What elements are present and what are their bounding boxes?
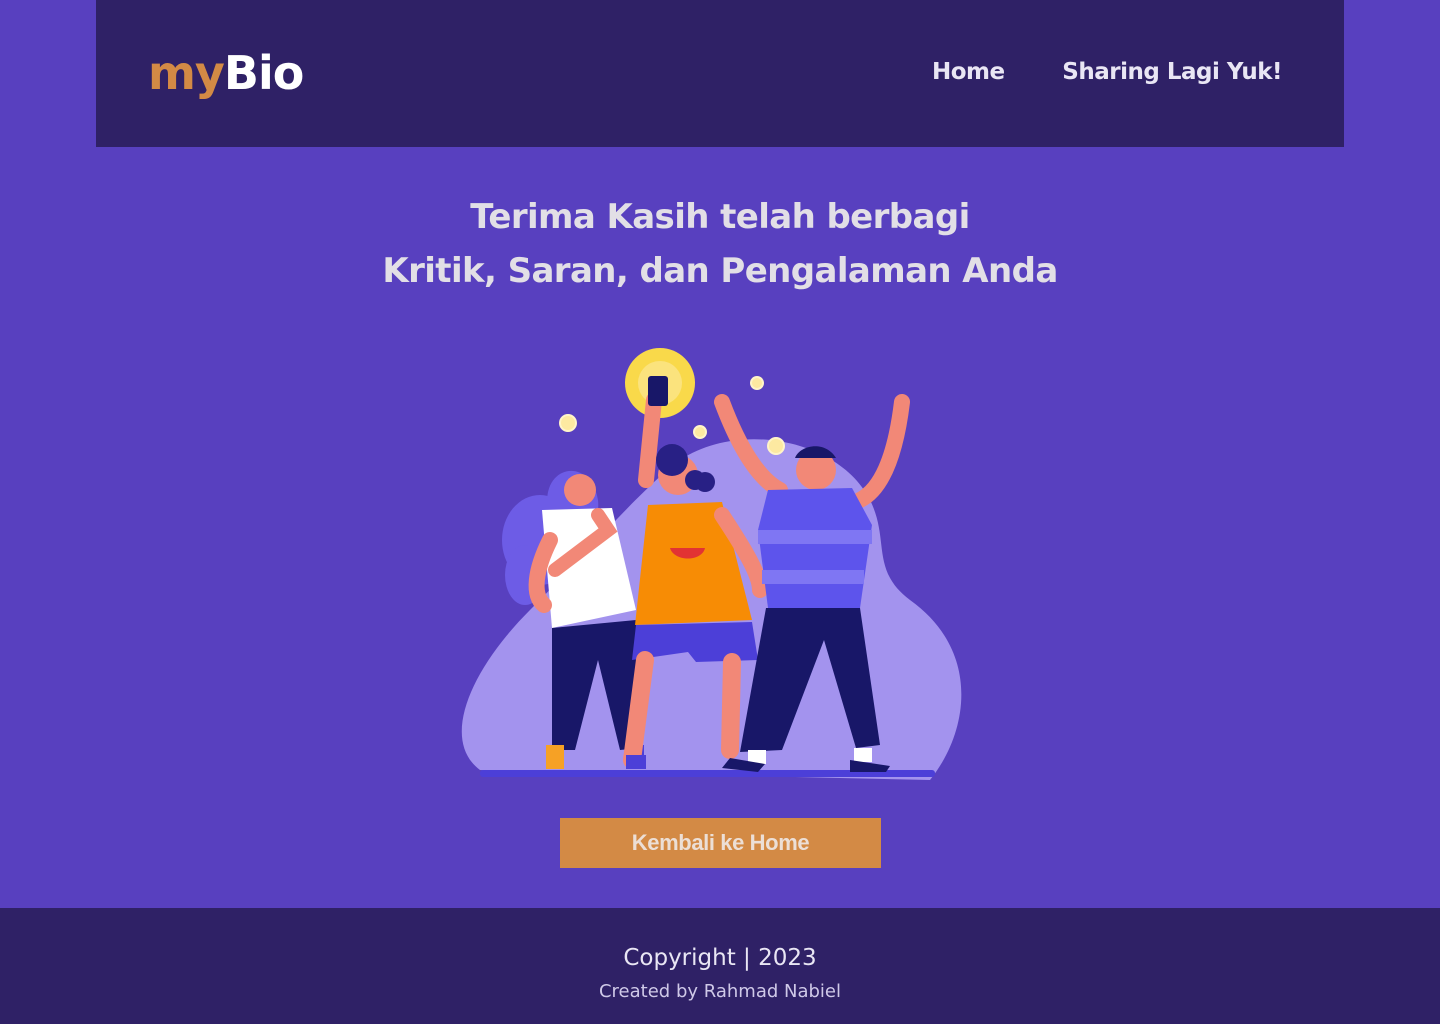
footer-credit: Created by Rahmad Nabiel — [598, 981, 841, 1002]
back-to-home-button[interactable]: Kembali ke Home — [560, 818, 881, 868]
footer: Copyright | 2023 Created by Rahmad Nabie… — [0, 908, 1440, 1024]
heading-line-2: Kritik, Saran, dan Pengalaman Anda — [382, 251, 1058, 291]
celebrating-people-illustration — [461, 348, 962, 780]
nav-link-home[interactable]: Home — [932, 54, 1005, 90]
page-heading: Terima Kasih telah berbagi Kritik, Saran… — [0, 190, 1440, 298]
heading-line-1: Terima Kasih telah berbagi — [470, 197, 970, 237]
navbar: myBio Home Sharing Lagi Yuk! — [96, 0, 1344, 147]
logo-my: my — [148, 46, 225, 100]
logo-bio: Bio — [223, 46, 304, 100]
footer-copyright: Copyright | 2023 — [623, 945, 817, 971]
nav-link-sharing[interactable]: Sharing Lagi Yuk! — [1062, 54, 1282, 90]
logo[interactable]: myBio — [148, 42, 304, 104]
